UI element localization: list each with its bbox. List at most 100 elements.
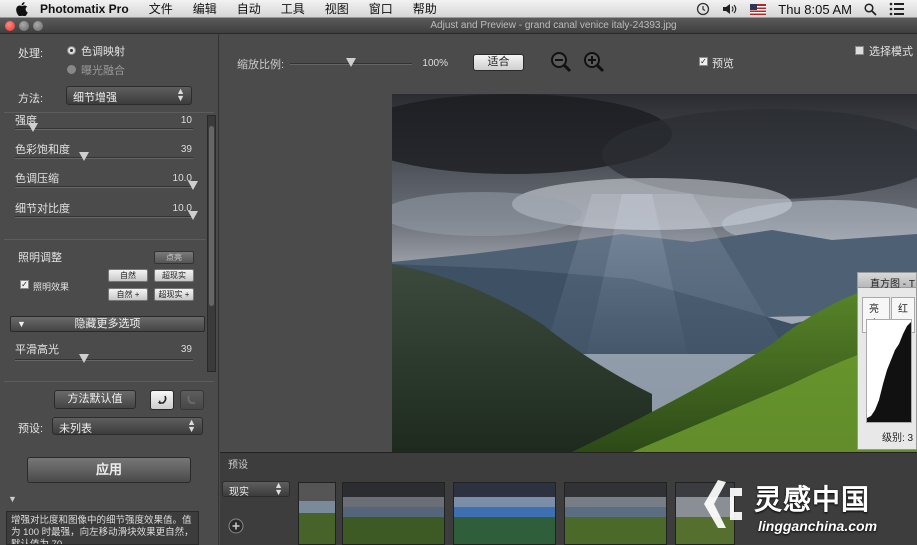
tone-mapping-label[interactable]: 色调映射	[81, 43, 125, 59]
updown-arrows-icon: ▲ ▼	[274, 480, 283, 497]
preset-thumbnail[interactable]	[453, 482, 556, 545]
slider-label: 色调压缩	[15, 173, 59, 185]
spotlight-icon[interactable]	[864, 2, 877, 16]
lighting-surreal-plus-label: 超现实	[158, 290, 183, 299]
smooth-highlights-slider[interactable]	[15, 359, 193, 361]
lighting-natural-button[interactable]: 自然	[108, 269, 148, 282]
slider-thumb[interactable]	[27, 123, 38, 132]
slider-label: 细节对比度	[15, 203, 70, 215]
app-menu[interactable]: Photomatix Pro	[40, 2, 129, 16]
scrollbar-knob[interactable]	[209, 126, 214, 306]
method-description: 增强对比度和图像中的细节强度效果值。值为 100 时最强，向左移动滑块效果更自然…	[6, 511, 199, 545]
description-toggle-icon[interactable]: ▼	[8, 494, 17, 504]
undo-icon	[158, 395, 167, 404]
preset-label: 预设:	[18, 423, 44, 435]
slider-track[interactable]	[15, 216, 193, 218]
menu-window[interactable]: 窗口	[369, 0, 393, 17]
volume-icon[interactable]	[722, 3, 738, 15]
lighting-label: 照明调整	[18, 252, 62, 264]
redo-icon	[187, 395, 195, 404]
method-label: 方法:	[18, 93, 44, 105]
apply-button[interactable]: 应用	[27, 457, 191, 483]
process-label: 处理:	[18, 48, 44, 60]
lighting-surreal-plus-button[interactable]: 超现实 +	[154, 288, 194, 301]
smooth-highlights-thumb[interactable]	[79, 354, 90, 363]
preset-thumbnail[interactable]	[298, 482, 336, 545]
slider-value: 10	[180, 115, 192, 126]
zoom-out-icon[interactable]	[549, 50, 573, 77]
menu-automate[interactable]: 自动	[237, 0, 261, 17]
presets-dropdown-value: 现实	[229, 487, 249, 498]
updown-arrows-icon: ▲ ▼	[187, 417, 196, 434]
exposure-fusion-radio[interactable]	[67, 65, 76, 74]
slider-thumb[interactable]	[79, 152, 90, 161]
menu-view[interactable]: 视图	[325, 0, 349, 17]
menu-help[interactable]: 帮助	[413, 0, 437, 17]
zoom-in-icon[interactable]	[582, 50, 606, 77]
method-select[interactable]: 细节增强 ▲ ▼	[66, 86, 192, 105]
presets-dropdown[interactable]: 现实 ▲ ▼	[222, 480, 290, 498]
preset-thumbnail[interactable]	[564, 482, 667, 545]
preset-value: 未列表	[59, 423, 92, 435]
site-watermark: 灵感中国 lingganchina.com	[696, 472, 917, 545]
slider-thumb[interactable]	[188, 211, 198, 220]
menu-bar: Photomatix Pro 文件 编辑 自动 工具 视图 窗口 帮助 Thu …	[0, 0, 917, 18]
lighting-effect-checkbox[interactable]: ✓	[20, 280, 29, 289]
brand-url: lingganchina.com	[758, 518, 878, 534]
time-machine-icon[interactable]	[696, 2, 710, 16]
select-mode-label: 选择模式	[869, 46, 913, 58]
slider-track[interactable]	[15, 128, 193, 130]
smooth-highlights-label: 平滑高光	[15, 344, 59, 356]
window-title: Adjust and Preview - grand canal venice …	[430, 20, 677, 31]
smooth-highlights-value: 39	[180, 344, 192, 355]
histogram-title: 直方图 - T	[858, 273, 916, 290]
slider-label: 色彩饱和度	[15, 144, 70, 156]
slider-value: 39	[180, 144, 192, 155]
zoom-label: 缩放比例:	[237, 59, 285, 71]
preview-label: 预览	[712, 58, 734, 70]
preview-checkbox[interactable]: ✓	[699, 57, 708, 66]
slider-track[interactable]	[15, 186, 193, 188]
brand-name: 灵感中国	[754, 484, 871, 515]
menu-tools[interactable]: 工具	[281, 0, 305, 17]
redo-button[interactable]	[180, 390, 204, 410]
menu-edit[interactable]: 编辑	[193, 0, 217, 17]
exposure-fusion-label[interactable]: 曝光融合	[81, 62, 125, 78]
lighting-surreal-button[interactable]: 超现实	[154, 269, 194, 282]
histogram-window[interactable]: 直方图 - T 亮度 红 级别: 3	[857, 272, 917, 450]
method-default-button[interactable]: 方法默认值	[54, 390, 136, 409]
settings-panel: 处理: 色调映射 曝光融合 方法: 细节增强 ▲ ▼ 强度 10 色彩饱和度 39 色调压…	[0, 34, 219, 545]
method-value: 细节增强	[73, 92, 117, 104]
select-mode-checkbox[interactable]	[855, 46, 864, 55]
menu-file[interactable]: 文件	[149, 0, 173, 17]
undo-button[interactable]	[150, 390, 174, 410]
disclosure-triangle-icon: ▼	[17, 319, 26, 329]
settings-scrollbar[interactable]	[207, 115, 216, 372]
more-options-label: 隐藏更多选项	[74, 318, 141, 330]
lighting-natural-plus-label: 自然	[116, 290, 133, 299]
brand-logo-icon	[704, 480, 742, 528]
histogram-plot	[866, 319, 912, 423]
notification-icon[interactable]	[889, 2, 905, 16]
histogram-level: 级别: 3	[882, 433, 914, 444]
preview-image[interactable]	[392, 94, 917, 452]
preset-select[interactable]: 未列表 ▲ ▼	[52, 417, 203, 435]
zoom-thumb[interactable]	[346, 58, 356, 67]
preset-thumbnail[interactable]	[342, 482, 445, 545]
window-title-bar: Adjust and Preview - grand canal venice …	[0, 18, 917, 34]
clock[interactable]: Thu 8:05 AM	[778, 2, 852, 17]
zoom-value: 100%	[422, 58, 448, 69]
lighting-effect-label: 照明效果	[33, 282, 70, 292]
slider-thumb[interactable]	[188, 181, 198, 190]
slider-track[interactable]	[15, 157, 193, 159]
fit-button[interactable]: 适合	[473, 54, 524, 71]
apple-icon[interactable]	[16, 1, 30, 16]
lighting-natural-plus-button[interactable]: 自然 +	[108, 288, 148, 301]
tone-mapping-radio[interactable]	[67, 46, 76, 55]
flag-icon[interactable]	[750, 3, 767, 15]
lighting-light-button[interactable]: 点亮	[154, 251, 194, 264]
hide-more-options-button[interactable]: ▼ 隐藏更多选项	[10, 316, 205, 332]
add-preset-icon[interactable]	[228, 518, 244, 537]
updown-arrows-icon: ▲ ▼	[176, 86, 185, 103]
presets-label: 预设	[228, 460, 248, 471]
